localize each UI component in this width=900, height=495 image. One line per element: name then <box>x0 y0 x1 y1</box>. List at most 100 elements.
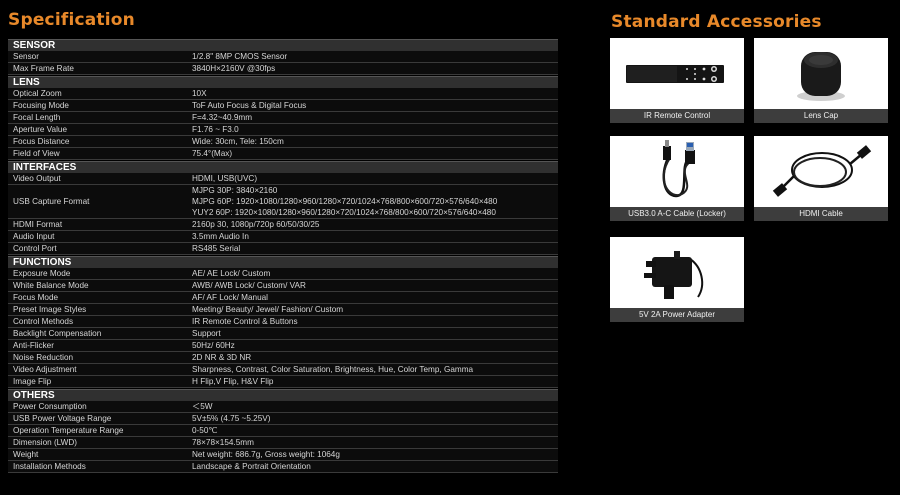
spec-value: AF/ AF Lock/ Manual <box>192 292 558 303</box>
spec-value: ToF Auto Focus & Digital Focus <box>192 100 558 111</box>
section-header: SENSOR <box>8 39 558 51</box>
spec-value-line: YUY2 60P: 1920×1080/1280×960/1280×720/10… <box>192 208 496 217</box>
spec-value-line: Support <box>192 329 221 338</box>
spec-value-line: MJPG 30P: 3840×2160 <box>192 186 278 195</box>
spec-row: Focusing Mode ToF Auto Focus & Digital Fo… <box>8 100 558 112</box>
spec-value: AWB/ AWB Lock/ Custom/ VAR <box>192 280 558 291</box>
spec-key: Audio Input <box>13 232 55 241</box>
specification-title: Specification <box>8 10 135 30</box>
spec-value-line: 0-50℃ <box>192 426 218 435</box>
spec-row: Dimension (LWD) 78×78×154.5mm <box>8 437 558 449</box>
spec-key: Video Output <box>13 174 61 183</box>
spec-value: 10X <box>192 88 558 99</box>
spec-row: Max Frame Rate 3840H×2160V @30fps <box>8 63 558 75</box>
spec-key: Sensor <box>13 52 39 61</box>
spec-value-line: Meeting/ Beauty/ Jewel/ Fashion/ Custom <box>192 305 344 314</box>
spec-row: USB Power Voltage Range 5V±5% (4.75 ~5.25… <box>8 413 558 425</box>
spec-value-line: 2D NR & 3D NR <box>192 353 252 362</box>
spec-key: USB Power Voltage Range <box>13 414 112 423</box>
spec-key: Backlight Compensation <box>13 329 102 338</box>
spec-value: Wide: 30cm, Tele: 150cm <box>192 136 558 147</box>
accessory-card-ir-remote: IR Remote Control <box>610 38 744 123</box>
spec-key: White Balance Mode <box>13 281 89 290</box>
spec-value: MJPG 30P: 3840×2160 MJPG 60P: 1920×1080/1… <box>192 185 558 218</box>
spec-value-line: AE/ AE Lock/ Custom <box>192 269 271 278</box>
spec-value: HDMI, USB(UVC) <box>192 173 558 184</box>
spec-key: Control Port <box>13 244 57 253</box>
spec-value-line: RS485 Serial <box>192 244 241 253</box>
spec-row: Noise Reduction 2D NR & 3D NR <box>8 352 558 364</box>
spec-row: Video Output HDMI, USB(UVC) <box>8 173 558 185</box>
spec-value: 1/2.8" 8MP CMOS Sensor <box>192 51 558 62</box>
spec-value-line: Wide: 30cm, Tele: 150cm <box>192 137 284 146</box>
remote-control-icon <box>610 38 744 109</box>
spec-value: IR Remote Control & Buttons <box>192 316 558 327</box>
spec-value-line: H Flip,V Flip, H&V Flip <box>192 377 274 386</box>
spec-key: HDMI Format <box>13 220 63 229</box>
section-header: LENS <box>8 76 558 88</box>
accessory-label: IR Remote Control <box>610 109 744 123</box>
spec-value: Landscape & Portrait Orientation <box>192 461 558 472</box>
spec-value: 78×78×154.5mm <box>192 437 558 448</box>
spec-key: Installation Methods <box>13 462 86 471</box>
section-header: FUNCTIONS <box>8 256 558 268</box>
spec-key: Control Methods <box>13 317 74 326</box>
spec-row: Exposure Mode AE/ AE Lock/ Custom <box>8 268 558 280</box>
spec-row: Focal Length F=4.32~40.9mm <box>8 112 558 124</box>
spec-value-line: 5V±5% (4.75 ~5.25V) <box>192 414 271 423</box>
spec-value-line: ToF Auto Focus & Digital Focus <box>192 101 307 110</box>
spec-row: Installation Methods Landscape & Portrait… <box>8 461 558 473</box>
spec-key: Focus Mode <box>13 293 59 302</box>
spec-value-line: 10X <box>192 89 207 98</box>
accessory-label: HDMI Cable <box>754 207 888 221</box>
spec-row: Control Port RS485 Serial <box>8 243 558 255</box>
spec-value: F1.76 ~ F3.0 <box>192 124 558 135</box>
spec-value: 3840H×2160V @30fps <box>192 63 558 74</box>
spec-value-line: 50Hz/ 60Hz <box>192 341 235 350</box>
spec-row: Audio Input 3.5mm Audio In <box>8 231 558 243</box>
spec-value: Meeting/ Beauty/ Jewel/ Fashion/ Custom <box>192 304 558 315</box>
spec-row: Weight Net weight: 686.7g, Gross weight: … <box>8 449 558 461</box>
spec-value: 0-50℃ <box>192 425 558 436</box>
spec-value-line: 78×78×154.5mm <box>192 438 254 447</box>
spec-value: 50Hz/ 60Hz <box>192 340 558 351</box>
spec-key: Image Flip <box>13 377 52 386</box>
spec-key: Noise Reduction <box>13 353 74 362</box>
spec-key: Power Consumption <box>13 402 87 411</box>
section-header: INTERFACES <box>8 161 558 173</box>
spec-row: Aperture Value F1.76 ~ F3.0 <box>8 124 558 136</box>
spec-row: Field of View 75.4°(Max) <box>8 148 558 160</box>
spec-key: Operation Temperature Range <box>13 426 124 435</box>
accessory-card-power-adapter: 5V 2A Power Adapter <box>610 237 744 322</box>
spec-value-line: F1.76 ~ F3.0 <box>192 125 239 134</box>
spec-row: Optical Zoom 10X <box>8 88 558 100</box>
accessory-label: USB3.0 A-C Cable (Locker) <box>610 207 744 221</box>
spec-key: Weight <box>13 450 39 459</box>
accessory-card-hdmi-cable: HDMI Cable <box>754 136 888 221</box>
spec-row: Power Consumption ＜5W <box>8 401 558 413</box>
spec-value: F=4.32~40.9mm <box>192 112 558 123</box>
spec-row: White Balance Mode AWB/ AWB Lock/ Custom/… <box>8 280 558 292</box>
spec-key: Focusing Mode <box>13 101 69 110</box>
power-adapter-icon <box>610 237 744 308</box>
spec-value: Net weight: 686.7g, Gross weight: 1064g <box>192 449 558 460</box>
spec-value-line: 3840H×2160V @30fps <box>192 64 276 73</box>
spec-value: ＜5W <box>192 401 558 412</box>
spec-row: Backlight Compensation Support <box>8 328 558 340</box>
spec-key: Aperture Value <box>13 125 68 134</box>
spec-row: Anti-Flicker 50Hz/ 60Hz <box>8 340 558 352</box>
spec-row: Focus Mode AF/ AF Lock/ Manual <box>8 292 558 304</box>
spec-value-line: 2160p 30, 1080p/720p 60/50/30/25 <box>192 220 320 229</box>
accessories-title: Standard Accessories <box>611 12 822 32</box>
spec-value: 75.4°(Max) <box>192 148 558 159</box>
spec-row: Video Adjustment Sharpness, Contrast, Col… <box>8 364 558 376</box>
spec-row: Sensor 1/2.8" 8MP CMOS Sensor <box>8 51 558 63</box>
section-header: OTHERS <box>8 389 558 401</box>
spec-value-line: MJPG 60P: 1920×1080/1280×960/1280×720/10… <box>192 197 498 206</box>
spec-key: Dimension (LWD) <box>13 438 77 447</box>
spec-value: Sharpness, Contrast, Color Saturation, B… <box>192 364 558 375</box>
spec-value-line: HDMI, USB(UVC) <box>192 174 258 183</box>
spec-value-line: Net weight: 686.7g, Gross weight: 1064g <box>192 450 340 459</box>
spec-value: 2160p 30, 1080p/720p 60/50/30/25 <box>192 219 558 230</box>
spec-key: Focus Distance <box>13 137 70 146</box>
